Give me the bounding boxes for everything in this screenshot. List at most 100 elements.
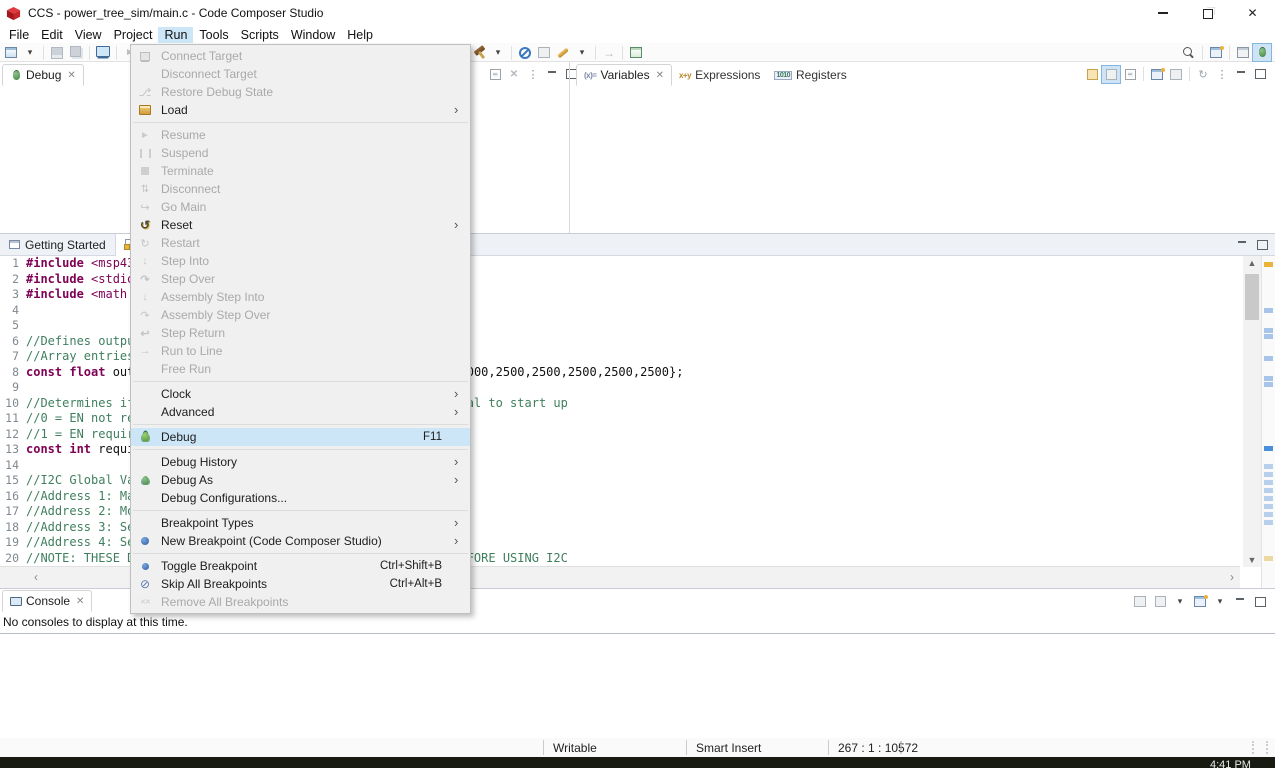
annotation-mark[interactable] xyxy=(1264,488,1273,493)
open-persp-icon[interactable] xyxy=(1148,66,1166,83)
vertical-scrollbar[interactable]: ▲ ▼ xyxy=(1243,256,1261,567)
annotation-mark[interactable] xyxy=(1264,496,1273,501)
menu-item-suspend[interactable]: Suspend xyxy=(131,144,470,162)
menu-item-advanced[interactable]: Advanced› xyxy=(131,403,470,421)
refresh-icon[interactable] xyxy=(1194,66,1212,83)
copy-win-icon[interactable] xyxy=(1131,593,1149,610)
menu-item-terminate[interactable]: Terminate xyxy=(131,162,470,180)
scrollbar-thumb[interactable] xyxy=(1245,274,1259,320)
menu-item-debug-history[interactable]: Debug History› xyxy=(131,453,470,471)
annotation-mark[interactable] xyxy=(1264,512,1273,517)
menu-item-assembly-step-into[interactable]: Assembly Step Into xyxy=(131,288,470,306)
caret-icon[interactable] xyxy=(573,44,591,61)
annotation-mark[interactable] xyxy=(1264,356,1273,361)
box-amber-icon[interactable] xyxy=(1083,66,1101,83)
menu-item-free-run[interactable]: Free Run xyxy=(131,360,470,378)
annotation-mark[interactable] xyxy=(1264,328,1273,333)
scope-icon[interactable] xyxy=(516,44,534,61)
menu-item-restore-debug-state[interactable]: Restore Debug State xyxy=(131,83,470,101)
collapse-icon[interactable] xyxy=(1121,66,1139,83)
annotation-mark[interactable] xyxy=(1264,556,1273,561)
tab-getting-started[interactable]: Getting Started xyxy=(0,234,116,256)
menu-item-assembly-step-over[interactable]: Assembly Step Over xyxy=(131,306,470,324)
collapse-icon[interactable] xyxy=(486,66,504,83)
scroll-down-icon[interactable]: ▼ xyxy=(1243,553,1261,567)
annotation-mark[interactable] xyxy=(1264,376,1273,381)
menu-scripts[interactable]: Scripts xyxy=(235,27,285,43)
windows-taskbar[interactable]: 4:41 PM xyxy=(0,757,1275,768)
viewmenu-icon[interactable] xyxy=(1213,66,1231,83)
menu-tools[interactable]: Tools xyxy=(193,27,234,43)
bug-icon[interactable] xyxy=(1253,44,1271,61)
variables-view-tab[interactable]: (x)= Variables ✕ xyxy=(576,64,672,86)
open-persp-icon[interactable] xyxy=(1207,44,1225,61)
menu-item-step-return[interactable]: Step Return xyxy=(131,324,470,342)
annotation-mark[interactable] xyxy=(1264,504,1273,509)
console-tab-close-icon[interactable]: ✕ xyxy=(76,596,84,607)
panel-divider[interactable] xyxy=(569,62,570,233)
menu-item-disconnect-target[interactable]: Disconnect Target xyxy=(131,65,470,83)
xgrey-icon[interactable] xyxy=(505,66,523,83)
minimize-icon[interactable] xyxy=(1140,0,1185,26)
menu-item-debug[interactable]: DebugF11 xyxy=(131,428,470,446)
editor-maximize-icon[interactable] xyxy=(1253,236,1271,253)
wmax-icon[interactable] xyxy=(1251,593,1269,610)
annotation-mark[interactable] xyxy=(1264,334,1273,339)
search-mag-icon[interactable] xyxy=(1180,44,1198,61)
close-icon[interactable] xyxy=(1230,0,1275,26)
annotation-mark[interactable] xyxy=(1264,472,1273,477)
caret-icon[interactable] xyxy=(1211,593,1229,610)
debug-launch-icon[interactable] xyxy=(94,44,112,61)
registers-view-tab[interactable]: 1010 Registers xyxy=(767,65,853,85)
scroll-left-icon[interactable]: ‹ xyxy=(34,570,38,584)
menu-item-new-breakpoint-code-composer-studio[interactable]: New Breakpoint (Code Composer Studio)› xyxy=(131,532,470,550)
wmax-icon[interactable] xyxy=(1251,66,1269,83)
menu-item-go-main[interactable]: Go Main xyxy=(131,198,470,216)
debug-view-tab[interactable]: Debug ✕ xyxy=(2,64,84,86)
new-win-icon[interactable] xyxy=(627,44,645,61)
menu-item-skip-all-breakpoints[interactable]: Skip All BreakpointsCtrl+Alt+B xyxy=(131,575,470,593)
expressions-view-tab[interactable]: x+y Expressions xyxy=(672,65,767,85)
menu-item-step-over[interactable]: Step Over xyxy=(131,270,470,288)
menu-view[interactable]: View xyxy=(69,27,108,43)
box-icon[interactable] xyxy=(1102,66,1120,83)
editor-minimize-icon[interactable] xyxy=(1233,236,1251,253)
menu-help[interactable]: Help xyxy=(341,27,379,43)
menu-window[interactable]: Window xyxy=(285,27,341,43)
new-wizard-icon[interactable] xyxy=(2,44,20,61)
menu-item-connect-target[interactable]: Connect Target xyxy=(131,47,470,65)
menu-item-resume[interactable]: Resume xyxy=(131,126,470,144)
menu-item-run-to-line[interactable]: Run to Line xyxy=(131,342,470,360)
annotation-mark[interactable] xyxy=(1264,262,1273,267)
wmin-icon[interactable] xyxy=(1231,593,1249,610)
menu-run[interactable]: Run xyxy=(158,27,193,43)
resource-persp-icon[interactable] xyxy=(1234,44,1252,61)
save-all-icon[interactable] xyxy=(67,44,85,61)
menu-edit[interactable]: Edit xyxy=(35,27,69,43)
debug-tab-close-icon[interactable]: ✕ xyxy=(67,70,75,81)
wmin-icon[interactable] xyxy=(543,66,561,83)
last-edit-icon[interactable] xyxy=(600,44,618,61)
annotation-mark[interactable] xyxy=(1264,480,1273,485)
pen-icon[interactable] xyxy=(554,44,572,61)
scroll-right-icon[interactable]: › xyxy=(1230,570,1234,584)
menu-item-restart[interactable]: Restart xyxy=(131,234,470,252)
menu-item-toggle-breakpoint[interactable]: Toggle BreakpointCtrl+Shift+B xyxy=(131,557,470,575)
box-icon[interactable] xyxy=(1151,593,1169,610)
overview-ruler[interactable] xyxy=(1261,256,1275,589)
copy-win-icon[interactable] xyxy=(535,44,553,61)
wmin-icon[interactable] xyxy=(1232,66,1250,83)
menu-item-debug-as[interactable]: Debug As› xyxy=(131,471,470,489)
menu-file[interactable]: File xyxy=(3,27,35,43)
console-view-tab[interactable]: Console ✕ xyxy=(2,590,92,612)
save-icon[interactable] xyxy=(48,44,66,61)
menu-item-step-into[interactable]: Step Into xyxy=(131,252,470,270)
menu-item-remove-all-breakpoints[interactable]: Remove All Breakpoints xyxy=(131,593,470,611)
copy-win-icon[interactable] xyxy=(1167,66,1185,83)
menu-item-breakpoint-types[interactable]: Breakpoint Types› xyxy=(131,514,470,532)
hammer-icon[interactable] xyxy=(470,44,488,61)
annotation-mark[interactable] xyxy=(1264,308,1273,313)
menu-item-load[interactable]: Load› xyxy=(131,101,470,119)
scroll-up-icon[interactable]: ▲ xyxy=(1243,256,1261,270)
annotation-mark[interactable] xyxy=(1264,464,1273,469)
